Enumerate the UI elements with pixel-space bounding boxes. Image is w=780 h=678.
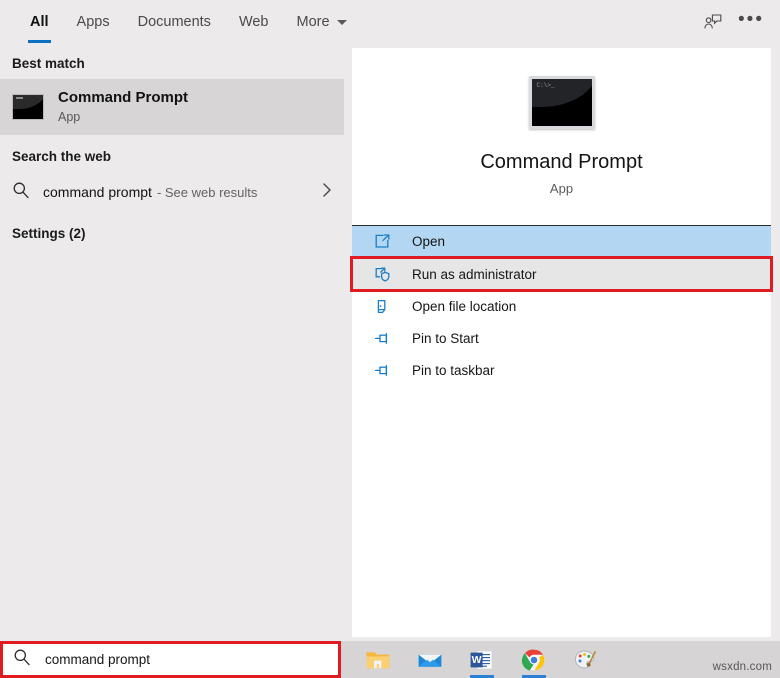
- settings-heading: Settings (2): [0, 212, 344, 249]
- result-item-subtitle: App: [58, 110, 188, 124]
- taskbar-app-tray: W: [355, 641, 601, 678]
- best-match-heading: Best match: [0, 44, 344, 79]
- action-pin-to-start-label: Pin to Start: [412, 331, 479, 346]
- shield-run-icon: [374, 266, 396, 283]
- chrome-icon: [521, 648, 547, 672]
- taskbar-file-explorer[interactable]: [363, 641, 393, 678]
- folder-location-icon: [374, 298, 396, 315]
- tab-apps[interactable]: Apps: [63, 0, 124, 44]
- action-pin-to-taskbar[interactable]: Pin to taskbar: [352, 354, 771, 386]
- search-web-heading: Search the web: [0, 135, 344, 172]
- pin-icon: [374, 330, 396, 347]
- tab-documents[interactable]: Documents: [124, 0, 225, 44]
- action-open[interactable]: Open: [352, 225, 771, 257]
- ellipsis-glyph: •••: [738, 10, 764, 29]
- tab-list: All Apps Documents Web More: [16, 0, 361, 44]
- tab-documents-label: Documents: [138, 14, 211, 30]
- svg-text:W: W: [472, 654, 482, 666]
- action-open-file-location-label: Open file location: [412, 299, 516, 314]
- result-item-text: Command Prompt App: [58, 89, 188, 125]
- detail-pane: C:\>_ Command Prompt App Open: [344, 44, 780, 641]
- paint-icon: [573, 648, 599, 672]
- app-detail-card: C:\>_ Command Prompt App Open: [352, 48, 771, 637]
- windows-search-panel: All Apps Documents Web More: [0, 0, 780, 678]
- icon-curve-highlight: [529, 76, 595, 107]
- search-tab-bar: All Apps Documents Web More: [0, 0, 780, 44]
- action-open-label: Open: [412, 234, 445, 249]
- tab-web[interactable]: Web: [225, 0, 283, 44]
- tab-bar-actions: •••: [696, 5, 768, 39]
- taskbar-mail[interactable]: [415, 641, 445, 678]
- result-item-title: Command Prompt: [58, 89, 188, 106]
- action-run-as-administrator[interactable]: Run as administrator: [352, 258, 771, 290]
- watermark: wsxdn.com: [713, 661, 772, 673]
- icon-prompt-text: C:\>_: [537, 83, 555, 89]
- open-window-icon: [374, 233, 396, 250]
- web-result-suffix: - See web results: [157, 185, 257, 200]
- tab-all-label: All: [30, 14, 49, 30]
- results-pane: Best match Command Prompt App Search the…: [0, 44, 344, 641]
- taskbar: command prompt: [0, 641, 780, 678]
- file-explorer-icon: [365, 648, 391, 672]
- tab-more[interactable]: More: [283, 0, 361, 44]
- taskbar-search-box[interactable]: command prompt: [0, 641, 341, 678]
- command-prompt-icon: [12, 94, 44, 120]
- feedback-icon[interactable]: [696, 5, 730, 39]
- web-result-item[interactable]: command prompt - See web results: [0, 172, 344, 212]
- app-actions-list: Open Run as administrator: [352, 225, 771, 386]
- action-pin-to-taskbar-label: Pin to taskbar: [412, 363, 495, 378]
- action-run-as-administrator-label: Run as administrator: [412, 267, 537, 282]
- result-item-command-prompt[interactable]: Command Prompt App: [0, 79, 344, 135]
- word-icon: W: [469, 648, 495, 672]
- action-open-file-location[interactable]: Open file location: [352, 290, 771, 322]
- tab-more-label: More: [297, 14, 330, 30]
- taskbar-chrome[interactable]: [519, 641, 549, 678]
- taskbar-paint[interactable]: [571, 641, 601, 678]
- app-title: Command Prompt: [352, 151, 771, 174]
- tab-web-label: Web: [239, 14, 269, 30]
- command-prompt-icon: C:\>_: [529, 76, 595, 129]
- app-hero: C:\>_ Command Prompt App: [352, 48, 771, 196]
- chevron-down-icon: [337, 20, 347, 25]
- taskbar-word[interactable]: W: [467, 641, 497, 678]
- chevron-right-icon[interactable]: [320, 181, 334, 204]
- search-input[interactable]: command prompt: [45, 652, 150, 667]
- tab-apps-label: Apps: [77, 14, 110, 30]
- more-options-icon[interactable]: •••: [734, 5, 768, 39]
- app-type: App: [352, 181, 771, 196]
- search-icon: [13, 648, 31, 671]
- tab-all[interactable]: All: [16, 0, 63, 44]
- pin-icon: [374, 362, 396, 379]
- mail-icon: [417, 648, 443, 672]
- search-icon: [12, 181, 30, 204]
- action-pin-to-start[interactable]: Pin to Start: [352, 322, 771, 354]
- web-result-query: command prompt: [43, 184, 152, 200]
